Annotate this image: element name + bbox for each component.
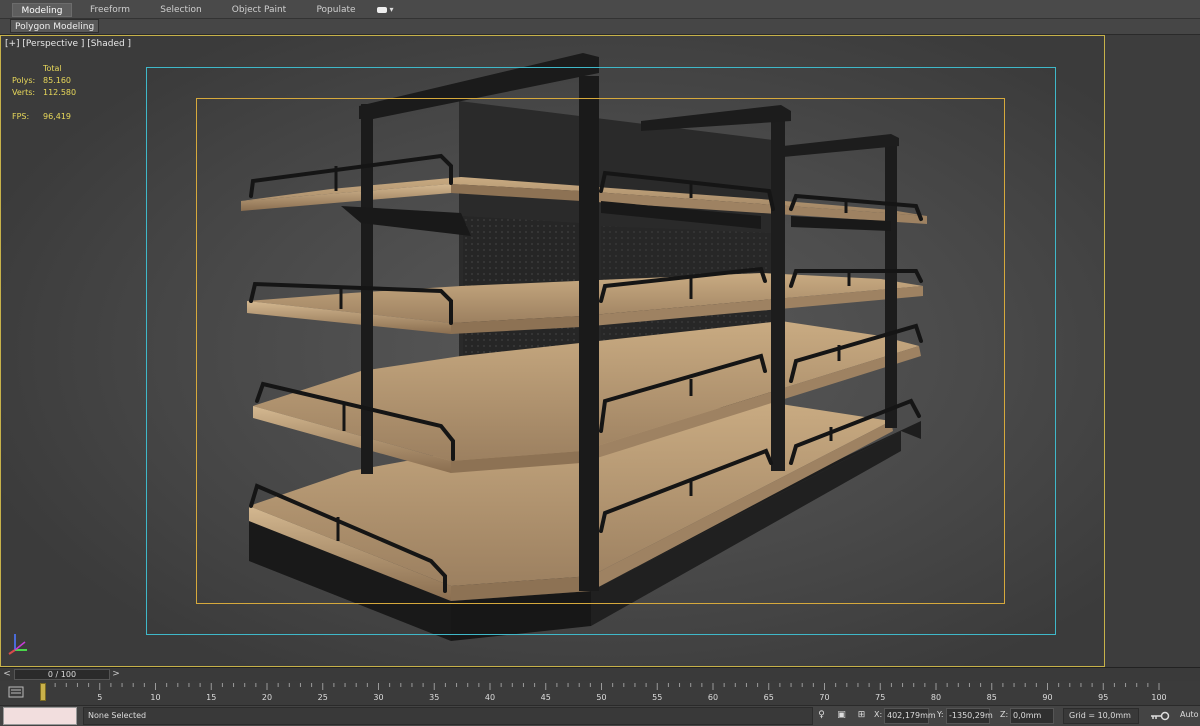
tab-freeform[interactable]: Freeform [82, 3, 138, 17]
ruler-tick-label: 20 [262, 693, 272, 702]
maxscript-listener[interactable] [3, 707, 77, 725]
set-key-icon[interactable] [1150, 711, 1170, 721]
ruler-tick-label: 100 [1151, 693, 1166, 702]
subtab-polygon-modeling[interactable]: Polygon Modeling [10, 19, 100, 33]
perspective-viewport[interactable]: [+] [Perspective ] [Shaded ] Total Polys… [0, 35, 1105, 667]
tab-populate[interactable]: Populate [308, 3, 364, 17]
mini-curve-editor-icon[interactable] [8, 686, 24, 698]
y-coordinate-field[interactable]: -1350,29m [946, 708, 993, 724]
ruler-tick-label: 35 [429, 693, 439, 702]
absolute-mode-icon[interactable]: ⊞ [856, 710, 867, 721]
ribbon-panel-strip [0, 19, 1200, 35]
next-frame-button[interactable]: > [110, 669, 122, 680]
prev-frame-button[interactable]: < [1, 669, 13, 680]
ruler-tick-label: 90 [1042, 693, 1052, 702]
ruler-tick-label: 65 [764, 693, 774, 702]
ruler-tick-label: 10 [150, 693, 160, 702]
tab-object-paint[interactable]: Object Paint [225, 3, 293, 17]
x-coordinate-field[interactable]: 402,179mm [884, 708, 936, 724]
ruler-tick-label: 40 [485, 693, 495, 702]
ribbon-options-dropdown[interactable]: ▾ [377, 3, 399, 17]
selection-lock-icon[interactable]: ▣ [836, 710, 847, 721]
scene-statistics: Total Polys: 85.160 Verts: 112.580 FPS: 96,… [12, 63, 76, 123]
z-coordinate-field[interactable]: 0,0mm [1010, 708, 1054, 724]
verts-value: 112.580 [43, 88, 77, 97]
grid-spacing: Grid = 10,0mm [1063, 708, 1139, 724]
ribbon-tab-bar: Modeling Freeform Selection Object Paint… [0, 0, 1200, 19]
ruler-tick-label: 50 [596, 693, 606, 702]
x-label: X: [874, 710, 883, 719]
frame-ruler[interactable]: 5 10 15 20 25 30 35 40 45 50 55 60 65 70 75 80 85 90 95 100 [42, 681, 1200, 705]
ruler-tick-label: 30 [373, 693, 383, 702]
ruler-tick-label: 60 [708, 693, 718, 702]
ruler-tick-label: 70 [819, 693, 829, 702]
fps-label: FPS: [12, 112, 30, 121]
polys-value: 85.160 [43, 76, 71, 85]
action-safe-outline [196, 98, 1005, 604]
fps-value: 96,419 [43, 112, 71, 121]
polys-label: Polys: [12, 76, 36, 85]
time-slider[interactable]: 0 / 100 [14, 669, 110, 680]
ruler-tick-label: 80 [931, 693, 941, 702]
ruler-tick-label: 25 [318, 693, 328, 702]
axis-tripod-icon [8, 634, 27, 655]
tab-selection[interactable]: Selection [152, 3, 210, 17]
verts-label: Verts: [12, 88, 36, 97]
current-frame-marker[interactable] [40, 683, 46, 701]
ruler-tick-label: 55 [652, 693, 662, 702]
ruler-tick-label: 95 [1098, 693, 1108, 702]
auto-key-button[interactable]: Auto [1180, 710, 1199, 719]
chevron-down-icon: ▾ [389, 5, 394, 14]
ruler-tick-label: 75 [875, 693, 885, 702]
ribbon-toggle-icon [377, 6, 387, 13]
y-label: Y: [937, 710, 944, 719]
right-panel [1105, 35, 1200, 667]
ruler-tick-label: 45 [541, 693, 551, 702]
isolate-selection-icon[interactable]: ♀ [816, 710, 827, 721]
track-bar: 5 10 15 20 25 30 35 40 45 50 55 60 65 70 75 80 85 90 95 100 [0, 681, 1200, 705]
z-label: Z: [1000, 710, 1009, 719]
time-slider-bar: < 0 / 100 > [0, 667, 1200, 681]
ruler-tick-label: 85 [987, 693, 997, 702]
tab-modeling[interactable]: Modeling [12, 3, 72, 17]
stats-header: Total [43, 64, 62, 73]
ruler-tick-label: 15 [206, 693, 216, 702]
ruler-tick-label: 5 [97, 693, 102, 702]
viewport-label[interactable]: [+] [Perspective ] [Shaded ] [5, 39, 131, 49]
status-bar: None Selected ♀ ▣ ⊞ X: 402,179mm Y: -135… [0, 705, 1200, 726]
selection-status: None Selected [83, 707, 813, 725]
